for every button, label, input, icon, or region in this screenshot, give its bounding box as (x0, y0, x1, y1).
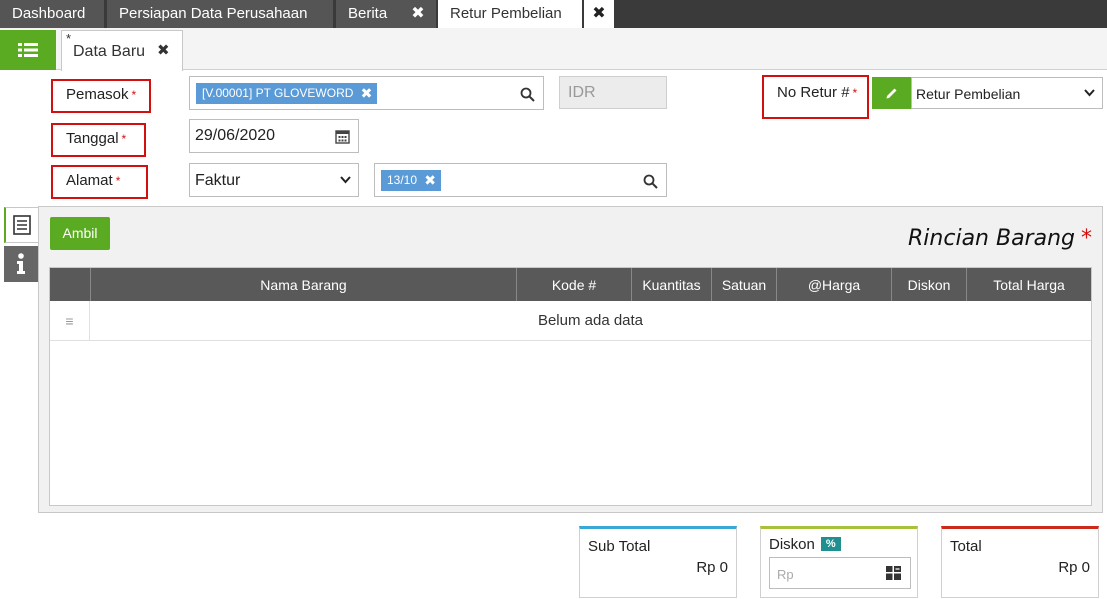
doc-tab-data-baru[interactable]: * Data Baru ✖ (61, 30, 183, 71)
col-kuantitas[interactable]: Kuantitas (631, 268, 711, 301)
alamat-required: * (115, 174, 121, 188)
total-value: Rp 0 (1058, 559, 1090, 576)
calculator-icon[interactable] (886, 566, 901, 580)
diskon-box: Diskon% Rp (760, 526, 918, 598)
pemasok-required: * (131, 88, 137, 102)
percent-toggle[interactable]: % (820, 537, 841, 551)
tanggal-label-text: Tanggal (66, 130, 119, 147)
tab-dashboard[interactable]: Dashboard (0, 0, 104, 28)
tab-dashboard-label: Dashboard (12, 5, 86, 22)
alamat-chip: 13/10 ✖ (381, 170, 442, 191)
table-header: Nama Barang Kode # Kuantitas Satuan @Har… (50, 268, 1091, 301)
table-row: ≡ Belum ada data (50, 301, 1091, 341)
subtotal-box: Sub Total Rp 0 (579, 526, 737, 598)
tab-persiapan-label: Persiapan Data Perusahaan (119, 5, 308, 22)
search-icon[interactable] (520, 87, 535, 102)
tanggal-input[interactable]: 29/06/2020 (189, 119, 359, 153)
pencil-icon (886, 88, 897, 99)
section-title: Rincian Barang * (908, 226, 1092, 251)
alamat-label: Alamat * (51, 165, 148, 199)
col-satuan[interactable]: Satuan (711, 268, 776, 301)
pemasok-label: Pemasok * (51, 79, 151, 113)
pemasok-input[interactable]: [V.00001] PT GLOVEWORD ✖ (189, 76, 544, 110)
alamat-chip-text: 13/10 (387, 173, 418, 187)
tab-persiapan-data[interactable]: Persiapan Data Perusahaan (107, 0, 333, 28)
col-harga[interactable]: @Harga (776, 268, 891, 301)
tanggal-value: 29/06/2020 (195, 127, 276, 144)
tanggal-label: Tanggal * (51, 123, 146, 157)
pemasok-chip-text: [V.00001] PT GLOVEWORD (202, 86, 354, 100)
tab-berita-label: Berita (348, 5, 388, 22)
tab-berita[interactable]: Berita (336, 0, 400, 28)
no-retur-select-text: Retur Pembelian (916, 86, 1021, 102)
tanggal-required: * (121, 132, 127, 146)
document-icon (13, 215, 31, 235)
diskon-title: Diskon% (769, 536, 841, 553)
alamat-type-select[interactable]: Faktur (189, 163, 359, 197)
col-total-harga[interactable]: Total Harga (966, 268, 1091, 301)
no-retur-label: No Retur # * (762, 75, 869, 119)
search-icon[interactable] (643, 174, 658, 189)
tab-retur-close-icon[interactable]: ✖ (584, 0, 614, 28)
no-retur-label-text: No Retur # (777, 84, 850, 101)
col-diskon[interactable]: Diskon (891, 268, 966, 301)
tab-retur-pembelian[interactable]: Retur Pembelian (438, 0, 582, 28)
total-label: Total (950, 538, 982, 555)
alamat-select-text: Faktur (195, 172, 241, 189)
chevron-down-icon (340, 176, 351, 184)
alamat-invoice-input[interactable]: 13/10 ✖ (374, 163, 667, 197)
currency-field: IDR (559, 76, 667, 109)
pemasok-label-text: Pemasok (66, 86, 129, 103)
diskon-input[interactable]: Rp (769, 557, 911, 589)
list-icon (18, 43, 38, 57)
tab-rincian-barang[interactable] (4, 207, 38, 243)
doc-tab-label: Data Baru (73, 43, 146, 60)
pemasok-chip: [V.00001] PT GLOVEWORD ✖ (196, 83, 378, 104)
diskon-placeholder: Rp (777, 567, 794, 582)
edit-number-button[interactable] (872, 77, 912, 109)
ambil-button[interactable]: Ambil (50, 217, 110, 250)
no-retur-required: * (852, 86, 858, 100)
subtotal-label: Sub Total (588, 538, 651, 555)
col-nama-barang[interactable]: Nama Barang (90, 268, 516, 301)
diskon-label: Diskon (769, 536, 815, 553)
currency-text: IDR (568, 84, 596, 101)
pemasok-chip-remove-icon[interactable]: ✖ (361, 83, 373, 104)
doc-tab-close-icon[interactable]: ✖ (157, 41, 170, 59)
items-table: Nama Barang Kode # Kuantitas Satuan @Har… (49, 267, 1092, 506)
chevron-down-icon (1084, 89, 1095, 97)
alamat-chip-remove-icon[interactable]: ✖ (424, 170, 436, 191)
subtotal-value: Rp 0 (696, 559, 728, 576)
total-box: Total Rp 0 (941, 526, 1099, 598)
tab-berita-close-icon[interactable]: ✖ (400, 0, 436, 28)
tab-retur-label: Retur Pembelian (450, 5, 562, 22)
no-retur-select[interactable]: Retur Pembelian (911, 77, 1103, 109)
alamat-label-text: Alamat (66, 172, 113, 189)
list-menu-button[interactable] (0, 30, 56, 70)
section-required: * (1081, 226, 1092, 251)
info-icon (17, 253, 25, 274)
col-kode[interactable]: Kode # (516, 268, 631, 301)
row-menu-icon[interactable]: ≡ (50, 301, 90, 341)
calendar-icon[interactable] (335, 129, 350, 144)
modified-marker: * (66, 31, 72, 46)
section-title-text: Rincian Barang (908, 226, 1075, 251)
tab-info[interactable] (4, 246, 38, 282)
empty-table-message: Belum ada data (537, 312, 644, 329)
